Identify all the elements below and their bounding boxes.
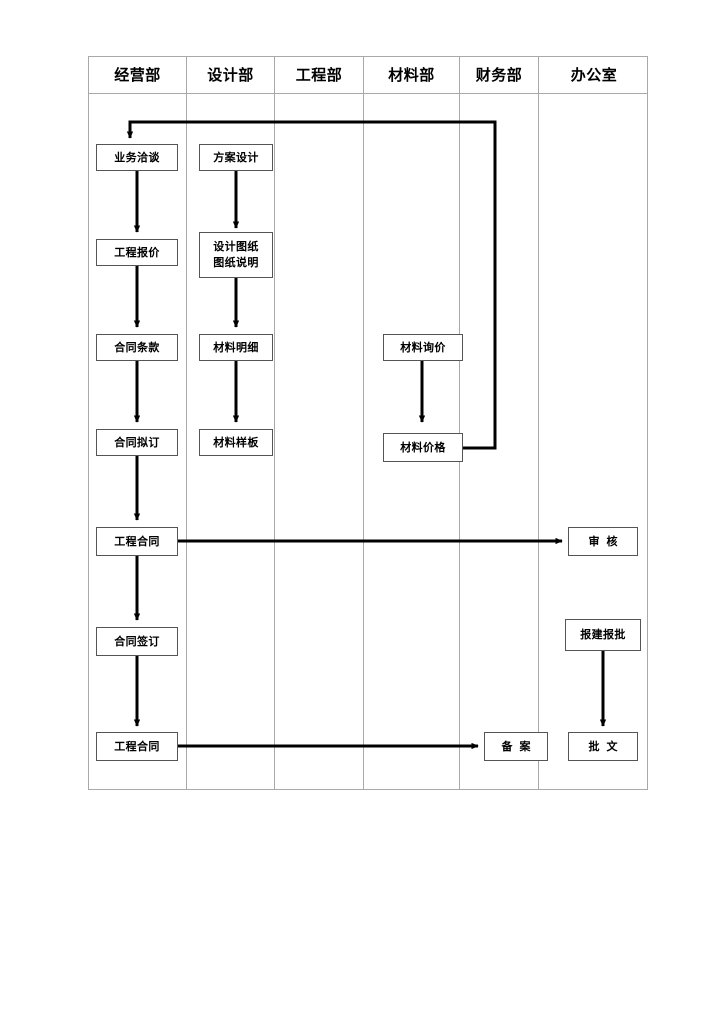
swimlane-column-finance: 财务部 bbox=[460, 57, 539, 789]
node-label-line: 工程报价 bbox=[114, 245, 160, 259]
process-node-contract-drafting[interactable]: 合同拟订 bbox=[96, 429, 178, 456]
node-label-line: 材料样板 bbox=[213, 435, 259, 449]
process-node-project-contract-review[interactable]: 工程合同 bbox=[96, 527, 178, 556]
process-node-business-consultation[interactable]: 业务洽谈 bbox=[96, 144, 178, 171]
node-label-line: 合同拟订 bbox=[114, 435, 160, 449]
swimlane-header-divider bbox=[89, 93, 647, 94]
swimlane-header-design: 设计部 bbox=[207, 66, 254, 84]
process-node-material-list[interactable]: 材料明细 bbox=[199, 334, 273, 361]
process-node-material-price[interactable]: 材料价格 bbox=[383, 433, 463, 462]
node-label-line: 批文 bbox=[588, 739, 625, 753]
process-node-scheme-design[interactable]: 方案设计 bbox=[199, 144, 273, 171]
swimlane-header-business: 经营部 bbox=[114, 66, 161, 84]
swimlane-header-finance: 财务部 bbox=[475, 66, 523, 84]
process-node-contract-signing[interactable]: 合同签订 bbox=[96, 627, 178, 656]
node-label-line: 材料明细 bbox=[213, 340, 259, 354]
flowchart-canvas: 经营部 设计部 工程部 材料部 财务部 办公室 业务洽谈 工程报价 合同条款 合… bbox=[0, 0, 726, 1026]
node-label-line: 审核 bbox=[588, 534, 625, 548]
process-node-construction-approval[interactable]: 报建报批 bbox=[565, 619, 641, 651]
process-node-material-sample[interactable]: 材料样板 bbox=[199, 429, 273, 456]
swimlane-column-office: 办公室 bbox=[539, 57, 649, 789]
swimlane-header-material: 材料部 bbox=[388, 66, 435, 84]
node-label-line: 材料询价 bbox=[400, 340, 446, 354]
node-label-line: 报建报批 bbox=[580, 628, 626, 642]
node-label-line: 工程合同 bbox=[114, 534, 160, 548]
process-node-filing[interactable]: 备案 bbox=[484, 732, 548, 761]
process-node-design-drawings[interactable]: 设计图纸 图纸说明 bbox=[199, 232, 273, 278]
process-node-project-contract-final[interactable]: 工程合同 bbox=[96, 732, 178, 761]
node-label-line: 设计图纸 bbox=[213, 240, 259, 254]
node-label-line: 业务洽谈 bbox=[114, 150, 160, 164]
swimlane-column-material: 材料部 bbox=[364, 57, 460, 789]
process-node-approval-document[interactable]: 批文 bbox=[568, 732, 638, 761]
process-node-contract-terms[interactable]: 合同条款 bbox=[96, 334, 178, 361]
swimlane-column-engineering: 工程部 bbox=[275, 57, 364, 789]
node-label-line: 方案设计 bbox=[213, 150, 259, 164]
node-label-line: 图纸说明 bbox=[213, 256, 259, 269]
swimlane-header-engineering: 工程部 bbox=[295, 66, 343, 84]
node-label-line: 备案 bbox=[501, 739, 538, 753]
process-node-project-quotation[interactable]: 工程报价 bbox=[96, 239, 178, 266]
swimlane-header-office: 办公室 bbox=[570, 66, 618, 84]
process-node-material-inquiry[interactable]: 材料询价 bbox=[383, 334, 463, 361]
node-label-line: 工程合同 bbox=[114, 739, 160, 753]
process-node-audit[interactable]: 审核 bbox=[568, 527, 638, 556]
node-label-line: 合同签订 bbox=[114, 634, 160, 648]
node-label-line: 合同条款 bbox=[114, 340, 160, 354]
node-label-line: 材料价格 bbox=[400, 440, 446, 454]
